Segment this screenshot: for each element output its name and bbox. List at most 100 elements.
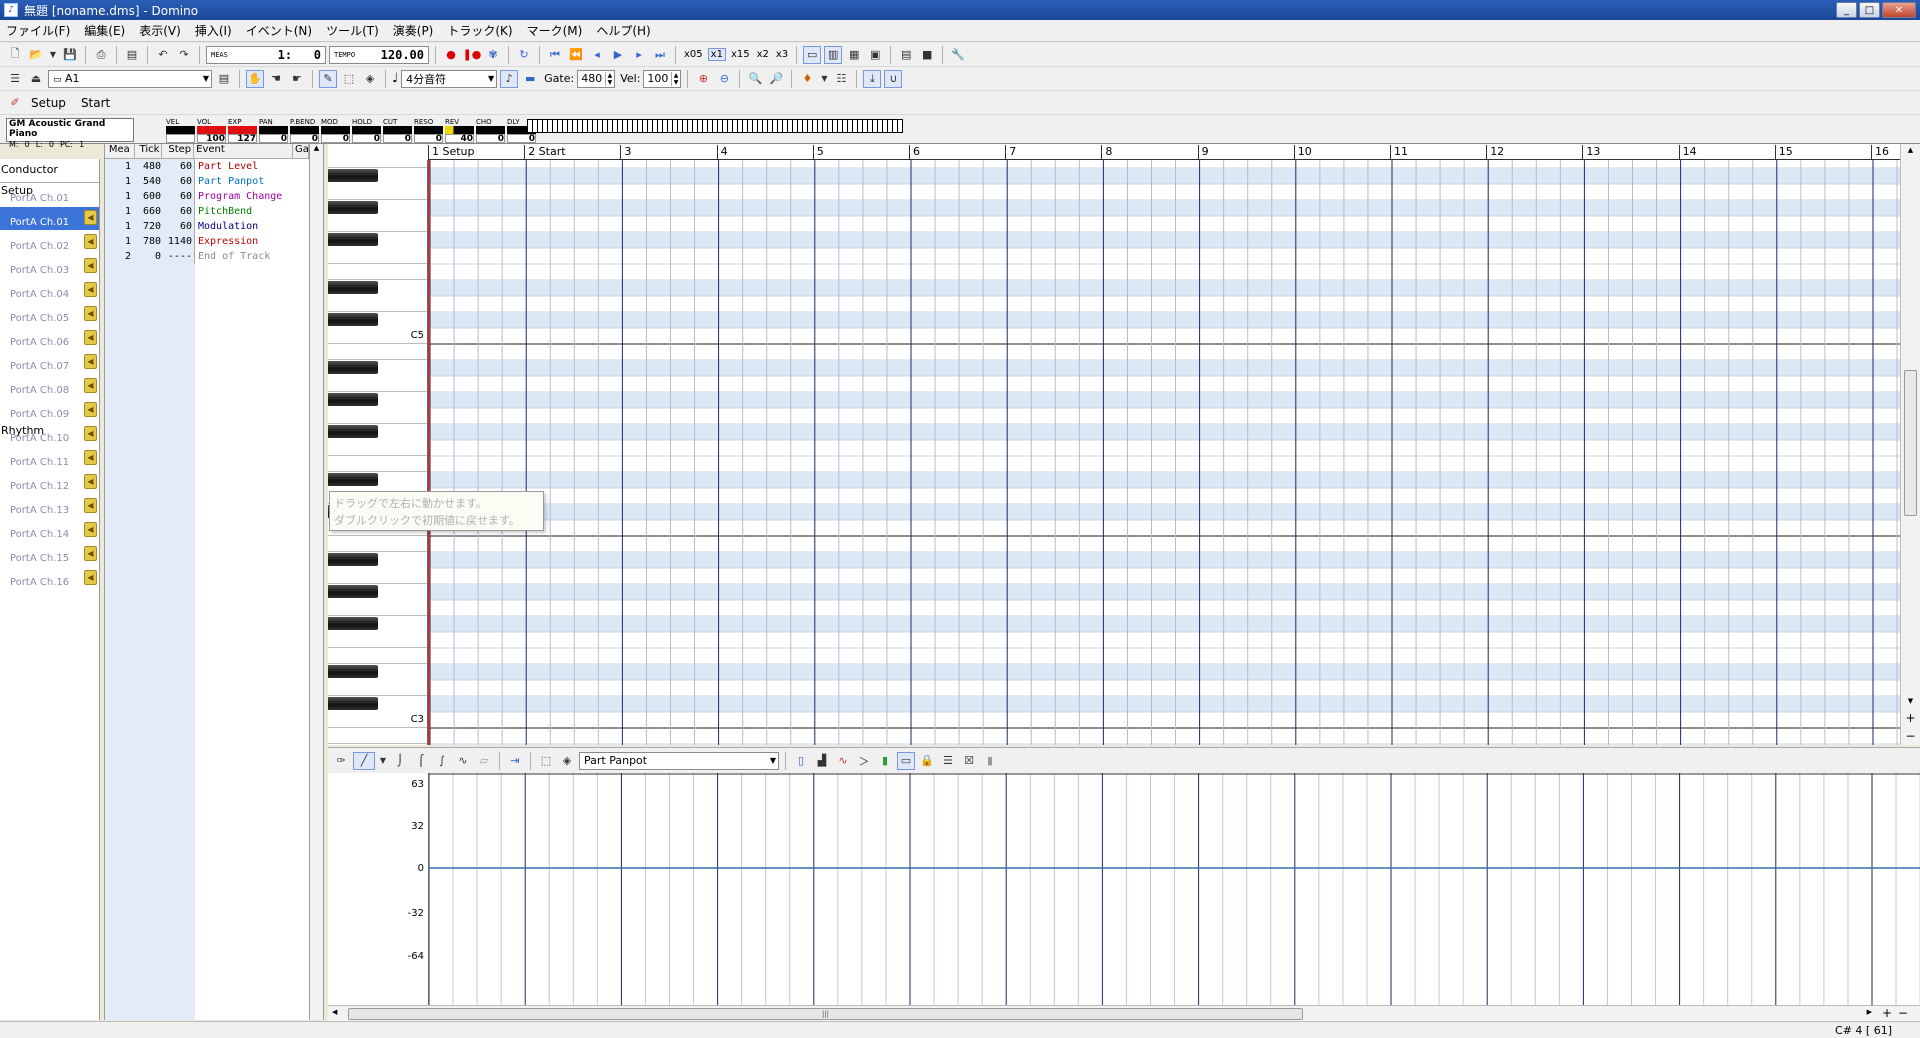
mini-keyboard[interactable] (527, 119, 903, 133)
white-key[interactable] (328, 408, 427, 424)
random-icon[interactable]: ∿ (454, 752, 472, 770)
measure-label[interactable]: 2 Start (524, 145, 566, 160)
controller-grid[interactable] (429, 773, 1920, 1005)
close-button[interactable]: ✕ (1882, 2, 1916, 18)
speaker-icon[interactable]: ◀ (84, 546, 97, 561)
speaker-icon[interactable]: ◀ (84, 306, 97, 321)
speaker-icon[interactable]: ◀ (84, 474, 97, 489)
zoom-x15[interactable]: x15 (729, 49, 752, 60)
dropdown-arrow-icon[interactable]: ▼ (819, 70, 829, 88)
save-icon[interactable]: 💾 (61, 46, 79, 64)
layout-split-icon[interactable]: ▥ (824, 45, 843, 64)
speaker-icon[interactable]: ◀ (84, 570, 97, 585)
instrument-name-box[interactable]: GM Acoustic Grand Piano M: 0 L: 0 PC: 1 (6, 118, 134, 149)
speaker-icon[interactable]: ◀ (84, 210, 97, 225)
level-icon[interactable]: ▮ (876, 752, 894, 770)
meter-rev[interactable]: REV 40 (445, 118, 474, 144)
measure-label[interactable]: 14 (1678, 145, 1697, 160)
zoom-x3[interactable]: x3 (774, 49, 790, 60)
measure-label[interactable]: 4 (716, 145, 728, 160)
curve1-icon[interactable]: ⌡ (391, 752, 409, 770)
measure-label[interactable]: 10 (1293, 145, 1312, 160)
measure-label[interactable]: 13 (1582, 145, 1600, 160)
meter-cut[interactable]: CUT 0 (383, 118, 412, 144)
col-mea[interactable]: Mea (105, 144, 135, 158)
white-key[interactable] (328, 456, 427, 472)
meter-vol[interactable]: VOL 100 (197, 118, 226, 144)
track-item[interactable]: Rhythm PortA Ch.10 ◀ (0, 423, 99, 447)
zoom-h-icon[interactable]: 🔍 (746, 70, 764, 88)
meter-reso[interactable]: RESO 0 (414, 118, 443, 144)
white-key[interactable] (328, 632, 427, 648)
layout-piano-icon[interactable]: ▦ (845, 46, 863, 64)
black-key[interactable] (328, 425, 378, 438)
vel-input[interactable]: 100 ▲ ▼ (643, 69, 682, 88)
marker-icon[interactable]: ✐ (6, 94, 24, 112)
white-key[interactable] (328, 248, 427, 264)
measure-label[interactable]: 1 Setup (428, 145, 475, 160)
speaker-icon[interactable]: ◀ (84, 450, 97, 465)
hand-right-icon[interactable]: ☛ (288, 70, 306, 88)
scroll-up-icon[interactable]: ▲ (310, 144, 323, 152)
meter-pan[interactable]: PAN 0 (259, 118, 288, 144)
undo-icon[interactable]: ↶ (154, 46, 172, 64)
zoom-x2[interactable]: x2 (755, 49, 771, 60)
track-item[interactable]: PortA Ch.11 ◀ (0, 447, 99, 471)
black-key[interactable] (328, 665, 378, 678)
new-file-icon[interactable]: 🗋 (6, 46, 24, 64)
black-key[interactable] (328, 169, 378, 182)
scroll-thumb[interactable]: ||| (348, 1008, 1303, 1020)
white-key[interactable] (328, 648, 427, 664)
menu-event[interactable]: イベント(N) (246, 22, 312, 39)
tracklist-icon[interactable]: ▤ (215, 70, 233, 88)
lock-icon[interactable]: 🔒 (918, 752, 936, 770)
track-item[interactable]: PortA Ch.04 ◀ (0, 279, 99, 303)
event-row[interactable]: 1 660 60 PitchBend (105, 204, 309, 219)
goto-end-icon[interactable]: ⏭ (651, 46, 669, 64)
white-key[interactable] (328, 568, 427, 584)
layout-single-icon[interactable]: ▭ (803, 45, 822, 64)
speaker-icon[interactable]: ◀ (84, 498, 97, 513)
meter-pbend[interactable]: P.BEND 0 (290, 118, 319, 144)
track-item[interactable]: Setup PortA Ch.01 (0, 183, 99, 207)
menu-file[interactable]: ファイル(F) (6, 22, 70, 39)
white-key[interactable] (328, 440, 427, 456)
select-rect-icon[interactable]: ⬚ (537, 752, 555, 770)
layout-window-icon[interactable]: ▣ (866, 46, 884, 64)
black-key[interactable] (328, 313, 378, 326)
meter-exp[interactable]: EXP 127 (228, 118, 257, 144)
track-item[interactable]: PortA Ch.05 ◀ (0, 303, 99, 327)
measure-label[interactable]: 6 (909, 145, 920, 160)
scroll-left-icon[interactable]: ◀ (332, 1008, 337, 1016)
track-item[interactable]: PortA Ch.13 ◀ (0, 495, 99, 519)
tab-start[interactable]: Start (81, 96, 110, 110)
table-icon[interactable]: ▤ (897, 46, 915, 64)
white-key[interactable] (328, 160, 427, 168)
list-icon[interactable]: ☷ (832, 70, 850, 88)
play-icon[interactable]: ▶ (609, 46, 627, 64)
zoom-x05[interactable]: x05 (682, 49, 705, 60)
hand-icon[interactable]: ✋ (246, 69, 264, 88)
speaker-icon[interactable]: ◀ (84, 330, 97, 345)
spin-arrows-icon[interactable]: ▲ ▼ (604, 71, 615, 86)
measure-label[interactable]: 7 (1005, 145, 1016, 160)
menu-edit[interactable]: 編集(E) (84, 22, 125, 39)
track-item[interactable]: PortA Ch.08 ◀ (0, 375, 99, 399)
forward-icon[interactable]: ▸ (630, 46, 648, 64)
curve3-icon[interactable]: ∫ (433, 752, 451, 770)
zoom-minus-icon[interactable]: − (1901, 729, 1920, 743)
shift-icon[interactable]: ⇥ (506, 752, 524, 770)
monitor-icon[interactable]: ■ (918, 46, 936, 64)
white-key[interactable] (328, 536, 427, 552)
speaker-icon[interactable]: ◀ (84, 354, 97, 369)
measure-label[interactable]: 5 (812, 145, 824, 160)
scroll-right-icon[interactable]: ▶ (1867, 1008, 1872, 1016)
redo-icon[interactable]: ↷ (175, 46, 193, 64)
white-key[interactable] (328, 344, 427, 360)
measure-label[interactable]: 11 (1390, 145, 1408, 160)
list-box-icon[interactable]: ☰ (939, 752, 957, 770)
mix-icon[interactable]: ✾ (484, 46, 502, 64)
meter-hold[interactable]: HOLD 0 (352, 118, 381, 144)
zoom-plus-icon[interactable]: + (1882, 1006, 1892, 1020)
scroll-up-icon[interactable]: ▲ (1901, 146, 1920, 154)
